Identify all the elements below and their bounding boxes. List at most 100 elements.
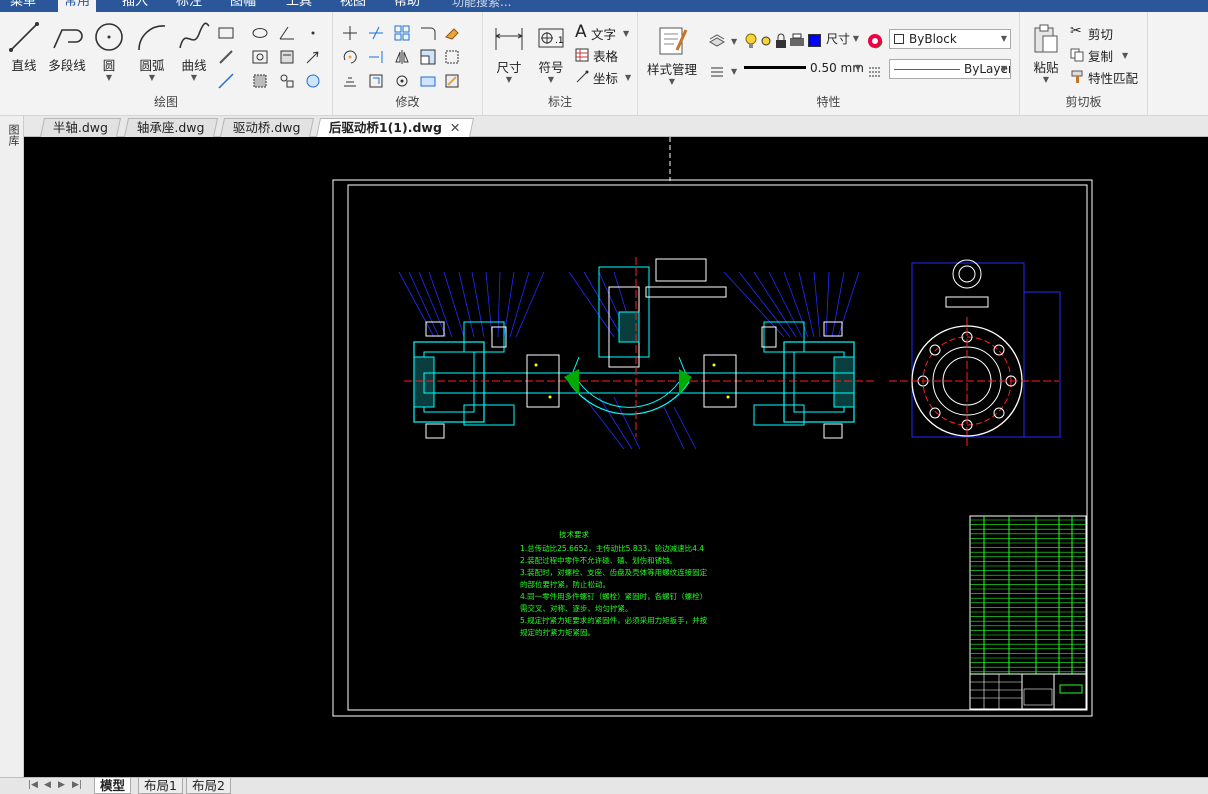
layout-tab-model[interactable]: 模型 bbox=[94, 778, 132, 794]
svg-text:.1: .1 bbox=[555, 36, 564, 46]
properties-edit-icon[interactable] bbox=[443, 72, 461, 90]
coordinate-icon bbox=[576, 70, 589, 83]
layer-select[interactable]: 尺寸 ▼ bbox=[822, 30, 862, 50]
doc-tab[interactable]: 驱动桥.dwg bbox=[219, 118, 314, 137]
dimension-caret-icon[interactable]: ▼ bbox=[491, 76, 527, 84]
doc-tab[interactable]: 半轴.dwg bbox=[39, 118, 122, 137]
ellipse-icon[interactable] bbox=[251, 24, 269, 42]
layer-manager-icon[interactable] bbox=[708, 32, 726, 50]
curve-button[interactable]: 曲线 ▼ bbox=[176, 20, 212, 82]
color-wheel-icon[interactable] bbox=[866, 32, 884, 50]
menu-tab-tools[interactable]: 工具 bbox=[280, 0, 318, 12]
polyline-button[interactable]: 多段线 bbox=[46, 20, 88, 74]
symbol-caret-icon[interactable]: ▼ bbox=[533, 76, 569, 84]
layout-tab-layout1[interactable]: 布局1 bbox=[138, 778, 183, 794]
arrow-icon[interactable] bbox=[304, 48, 322, 66]
linetype-select[interactable]: ByLayer ▼ bbox=[889, 59, 1011, 79]
fillet-icon[interactable] bbox=[419, 24, 437, 42]
note-line: 4.同一零件用多件螺钉（螺栓）紧固时，各螺钉（螺栓） bbox=[520, 591, 707, 601]
line-button[interactable]: 直线 bbox=[6, 20, 42, 74]
array-icon[interactable] bbox=[393, 24, 411, 42]
polyline-icon bbox=[53, 29, 83, 49]
linetype-icon[interactable] bbox=[866, 62, 884, 80]
block-icon[interactable] bbox=[278, 48, 296, 66]
prev-layout-icon[interactable]: ◀ bbox=[44, 780, 51, 790]
hatch-icon[interactable] bbox=[251, 48, 269, 66]
layer-color-swatch[interactable] bbox=[808, 34, 821, 47]
menu-tab-menu[interactable]: 菜单 bbox=[4, 0, 42, 12]
doc-tab-active[interactable]: 后驱动桥1(1).dwg ✕ bbox=[315, 118, 474, 137]
color-select[interactable]: ByBlock ▼ bbox=[889, 29, 1011, 49]
lineweight-icon[interactable] bbox=[708, 62, 726, 80]
last-layout-icon[interactable]: ▶| bbox=[72, 780, 82, 790]
stretch-icon[interactable] bbox=[443, 48, 461, 66]
document-tabs: 半轴.dwg 轴承座.dwg 驱动桥.dwg 后驱动桥1(1).dwg ✕ bbox=[0, 116, 1208, 137]
extend-icon[interactable] bbox=[367, 48, 385, 66]
arc-button[interactable]: 圆弧 ▼ bbox=[134, 20, 170, 82]
circle-caret-icon[interactable]: ▼ bbox=[92, 74, 126, 82]
properties-group-label: 特性 bbox=[816, 95, 841, 109]
title-block bbox=[969, 673, 1087, 710]
rotate-icon[interactable] bbox=[341, 48, 359, 66]
next-layout-icon[interactable]: ▶ bbox=[58, 780, 65, 790]
region-icon[interactable] bbox=[251, 72, 269, 90]
arc-caret-icon[interactable]: ▼ bbox=[134, 74, 170, 82]
menu-tab-help[interactable]: 帮助 bbox=[388, 0, 426, 12]
copy-button[interactable]: 复制 ▼ bbox=[1070, 46, 1144, 64]
match-properties-button[interactable]: 特性匹配 bbox=[1070, 68, 1148, 86]
doc-tab[interactable]: 轴承座.dwg bbox=[123, 118, 218, 137]
draw-group: 直线 多段线 圆 ▼ 圆弧 ▼ 曲线 ▼ 绘图 bbox=[0, 12, 333, 116]
layout-tab-layout2[interactable]: 布局2 bbox=[186, 778, 231, 794]
text-button[interactable]: A 文字 ▼ bbox=[575, 22, 635, 44]
coordinate-button[interactable]: 坐标 ▼ bbox=[575, 68, 635, 88]
dimension-button[interactable]: 尺寸 ▼ bbox=[491, 22, 527, 84]
table-button[interactable]: 表格 bbox=[575, 46, 635, 66]
angle-icon[interactable] bbox=[278, 24, 296, 42]
color-dropdown-icon: ▼ bbox=[1000, 34, 1007, 43]
modify-group: 修改 bbox=[333, 12, 483, 116]
cut-button[interactable]: ✂ 剪切 bbox=[1070, 23, 1144, 42]
note-line: 需交叉、对称、逐步、均匀拧紧。 bbox=[520, 603, 633, 613]
eraser-icon[interactable] bbox=[443, 24, 461, 42]
first-layout-icon[interactable]: |◀ bbox=[28, 780, 38, 790]
note-line: 规定的拧紧力矩紧固。 bbox=[520, 627, 595, 637]
menu-tab-annotate[interactable]: 标注 bbox=[170, 0, 208, 12]
globe-icon[interactable] bbox=[304, 72, 322, 90]
menu-tab-sheet[interactable]: 图幅 bbox=[224, 0, 262, 12]
symbol-icon: .1 bbox=[538, 28, 564, 48]
style-manager-button[interactable]: 样式管理 ▼ bbox=[644, 24, 700, 86]
note-line: 3.装配时，对螺栓、支座、齿盘及壳体等用螺纹连接固定 bbox=[520, 567, 708, 577]
lineweight-select[interactable]: 0.50 mm ▼ bbox=[740, 59, 864, 79]
technical-notes: 技术要求 1.总传动比25.6652，主传动比5.833，轮边减速比4.4 2.… bbox=[520, 529, 708, 637]
rectangle-icon[interactable] bbox=[217, 24, 235, 42]
trim-icon[interactable] bbox=[367, 24, 385, 42]
join-icon[interactable] bbox=[419, 72, 437, 90]
explode-icon[interactable] bbox=[393, 72, 411, 90]
copy-object-icon[interactable] bbox=[341, 72, 359, 90]
curve-icon bbox=[179, 22, 210, 49]
paste-button[interactable]: 粘贴 ▼ bbox=[1028, 22, 1064, 84]
move-icon[interactable] bbox=[341, 24, 359, 42]
note-line: 5.规定拧紧力矩要求的紧固件，必须采用力矩扳手，并按 bbox=[520, 615, 708, 625]
offset-icon[interactable] bbox=[367, 72, 385, 90]
scale-icon[interactable] bbox=[419, 48, 437, 66]
close-tab-icon[interactable]: ✕ bbox=[450, 119, 460, 137]
drawing-canvas[interactable]: 技术要求 1.总传动比25.6652，主传动比5.833，轮边减速比4.4 2.… bbox=[24, 137, 1208, 777]
point-icon[interactable] bbox=[304, 24, 322, 42]
menu-tab-view[interactable]: 视图 bbox=[334, 0, 372, 12]
color-swatch bbox=[894, 34, 904, 44]
curve-caret-icon[interactable]: ▼ bbox=[176, 74, 212, 82]
symbol-button[interactable]: .1 符号 ▼ bbox=[533, 22, 569, 84]
mirror-icon[interactable] bbox=[393, 48, 411, 66]
pen-icon[interactable] bbox=[217, 48, 235, 66]
feature-search-input[interactable]: 功能搜索... bbox=[452, 0, 511, 9]
printer-icon[interactable] bbox=[788, 32, 806, 50]
modify-group-label: 修改 bbox=[395, 95, 420, 109]
menu-tab-home[interactable]: 常用 bbox=[58, 0, 97, 12]
library-panel-tab[interactable]: 图库 bbox=[5, 124, 20, 146]
circle-button[interactable]: 圆 ▼ bbox=[92, 20, 126, 82]
construction-line-icon[interactable] bbox=[217, 72, 235, 90]
menu-tab-insert[interactable]: 插入 bbox=[116, 0, 154, 12]
cad-drawing: 技术要求 1.总传动比25.6652，主传动比5.833，轮边减速比4.4 2.… bbox=[332, 137, 1093, 717]
shapes-icon[interactable] bbox=[278, 72, 296, 90]
